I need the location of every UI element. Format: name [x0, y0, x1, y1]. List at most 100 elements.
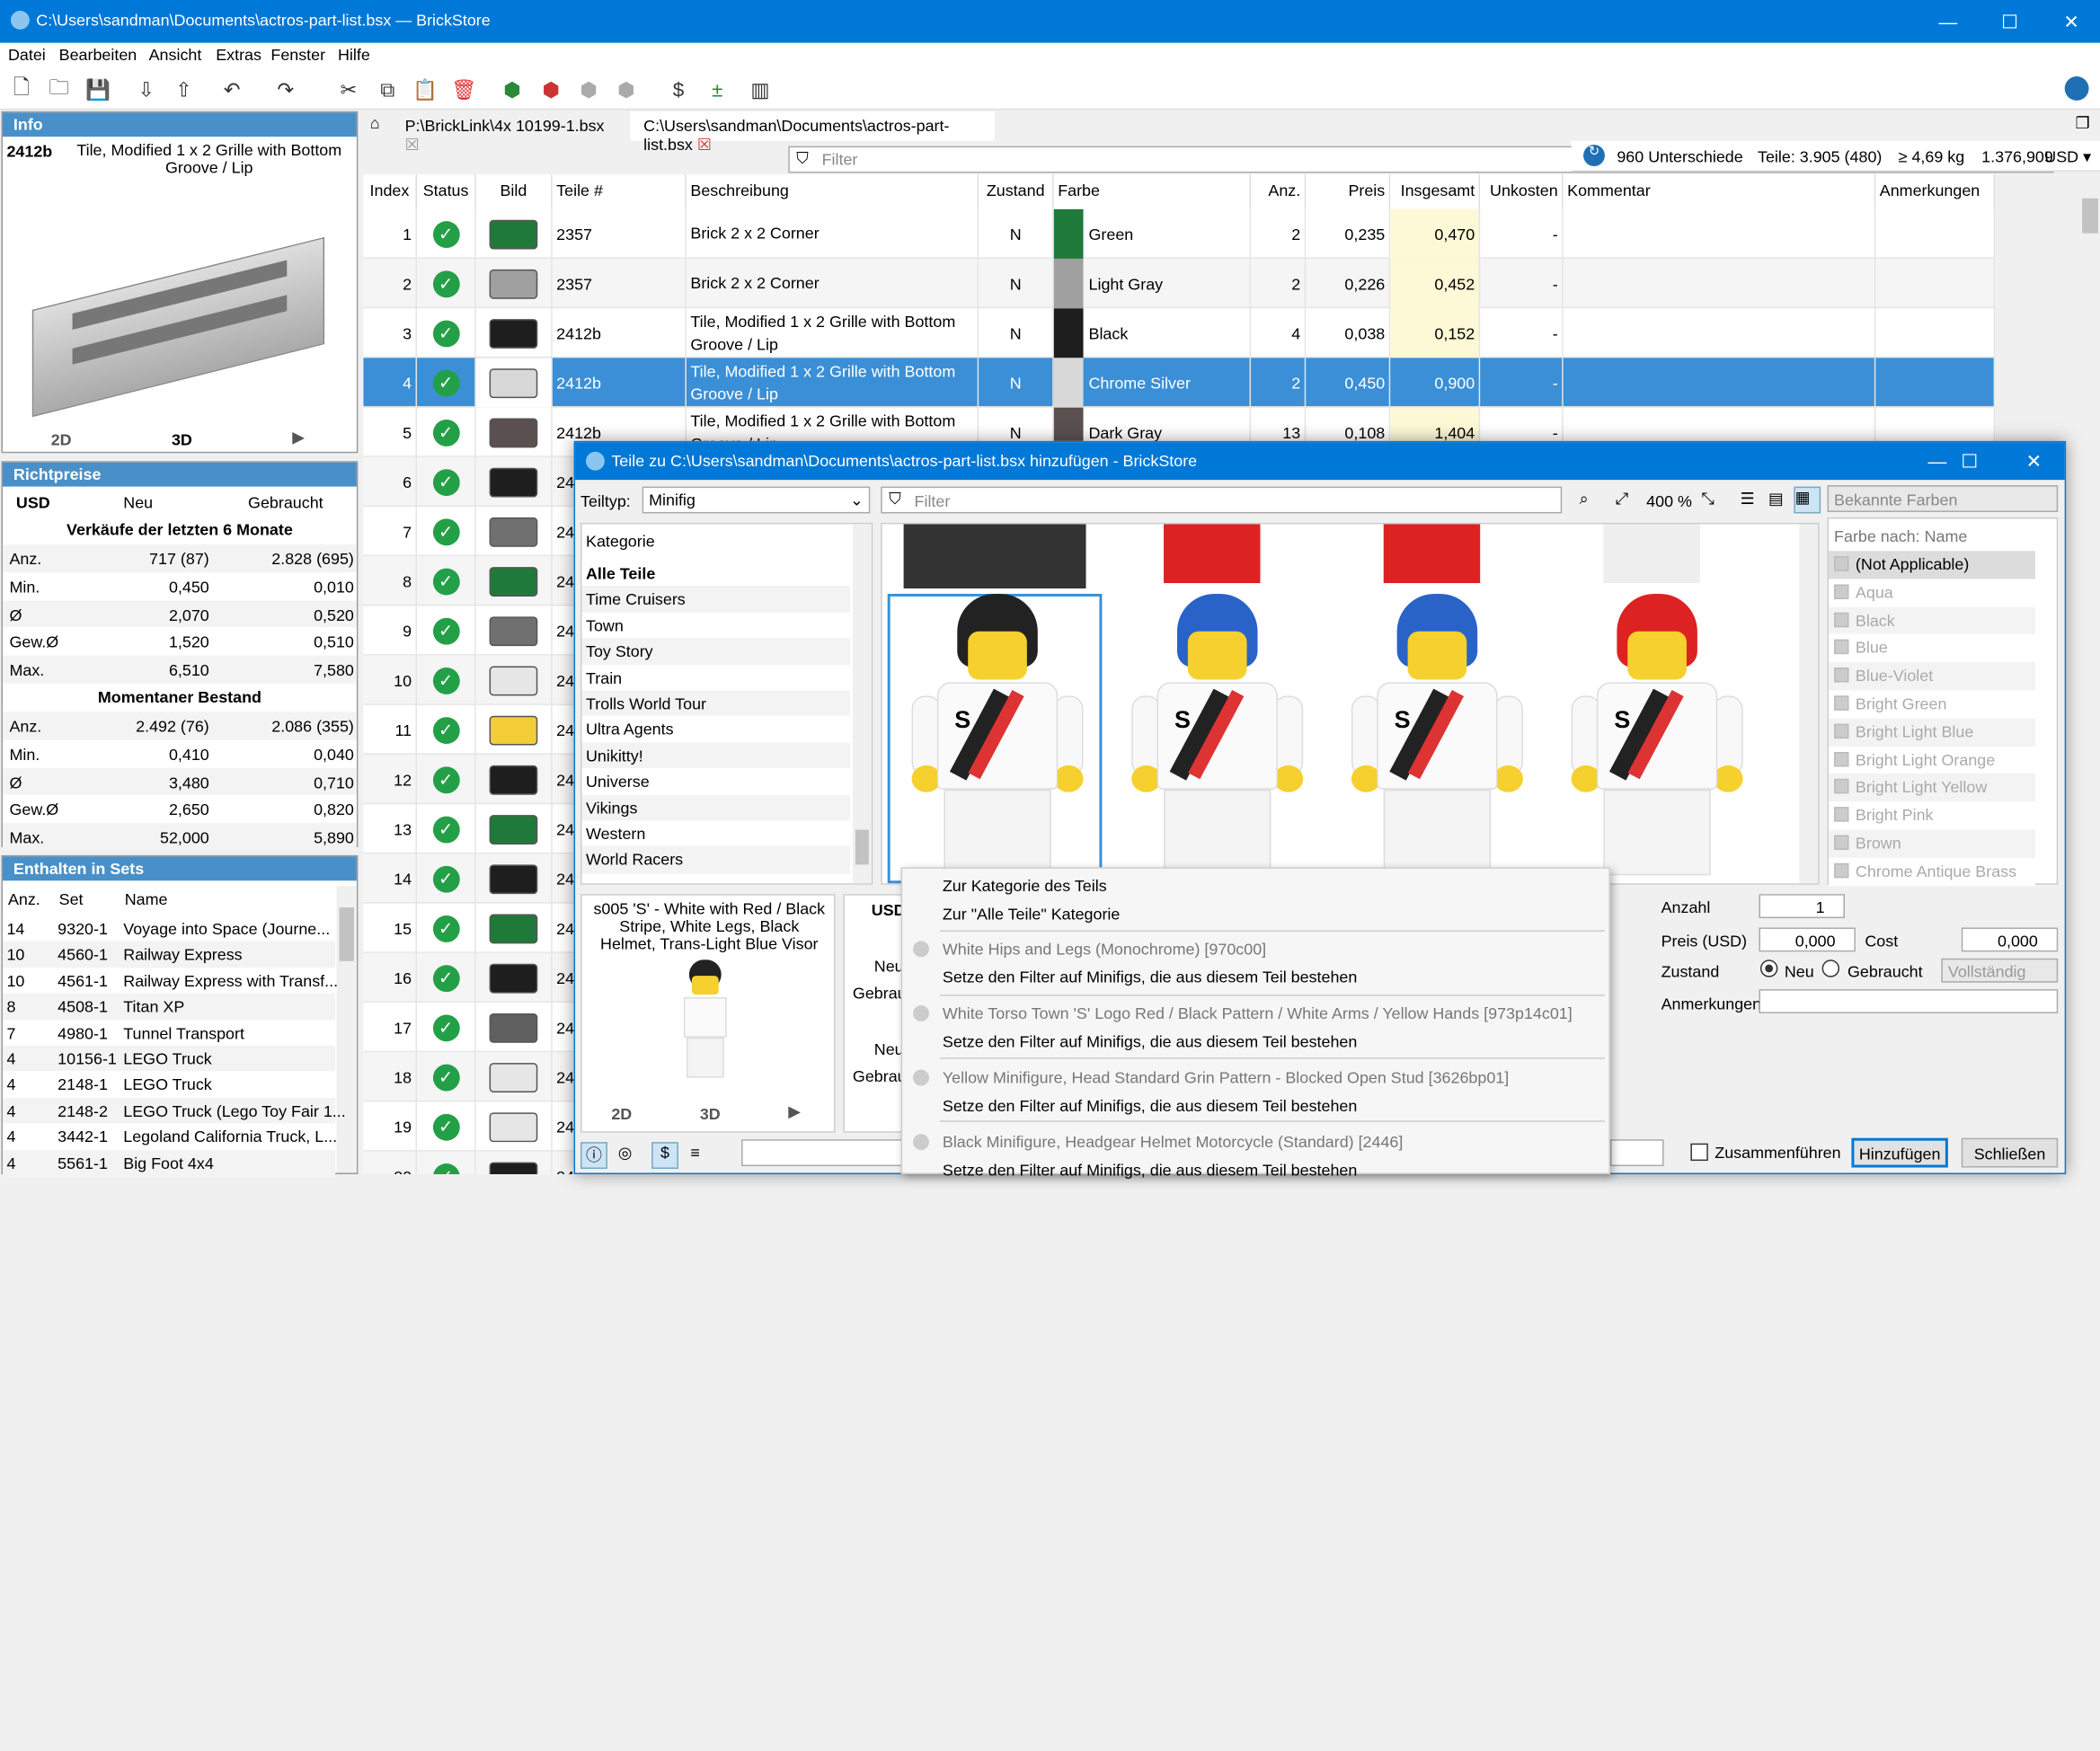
set-row[interactable]: 10 4561-1 Railway Express with Transf...: [2, 967, 338, 995]
radio-used[interactable]: [1821, 960, 1840, 977]
category-item[interactable]: Town: [581, 612, 850, 641]
menu-hilfe[interactable]: Hilfe: [338, 46, 370, 65]
known-colors-select[interactable]: Bekannte Farben: [1827, 485, 2059, 512]
redo-icon[interactable]: ↷: [270, 75, 300, 105]
context-item[interactable]: Setze den Filter auf Minifigs, die aus d…: [943, 968, 1357, 986]
price-tab-icon[interactable]: $: [651, 1142, 678, 1170]
zoom-fit-icon[interactable]: ⤢: [1616, 490, 1628, 509]
bottom-field[interactable]: [741, 1139, 903, 1167]
color-item[interactable]: Chrome Antique Brass: [1829, 857, 2035, 886]
minifig-image[interactable]: S: [1330, 593, 1545, 876]
new-document-icon[interactable]: 🗋: [6, 75, 36, 105]
price-adjust-icon[interactable]: ±: [703, 75, 732, 105]
grid-column-header[interactable]: Kommentar: [1563, 173, 1876, 209]
context-item[interactable]: Setze den Filter auf Minifigs, die aus d…: [943, 1161, 1357, 1180]
color-item[interactable]: Black: [1829, 606, 2035, 635]
merge-checkbox[interactable]: [1690, 1143, 1708, 1162]
color-item[interactable]: Blue-Violet: [1829, 662, 2035, 691]
list-view-icon[interactable]: ☰: [1741, 490, 1755, 508]
detail-view-icon[interactable]: ▤: [1768, 490, 1784, 508]
appears-in-icon[interactable]: ◎: [618, 1144, 633, 1163]
sets-scrollbar[interactable]: [336, 886, 357, 1173]
dialog-close-icon[interactable]: ✕: [2003, 442, 2065, 480]
category-item[interactable]: Western: [581, 820, 850, 849]
grid-column-header[interactable]: Status: [417, 173, 476, 209]
qty-input[interactable]: 1: [1759, 894, 1845, 919]
gallery-scrollbar[interactable]: [1799, 524, 1819, 884]
currency-select[interactable]: USD ▾: [2044, 147, 2091, 166]
set-row[interactable]: 4 10156-1 LEGO Truck: [2, 1045, 335, 1074]
table-row[interactable]: 3 ✓ 2412b Tile, Modified 1 x 2 Grille with …: [363, 308, 1996, 358]
context-item[interactable]: Zur "Alle Teile" Kategorie: [943, 905, 1121, 924]
bricklink-icon[interactable]: [2064, 76, 2089, 101]
table-row[interactable]: 1 ✓ 2357 Brick 2 x 2 Corner N Green 2 0,235 0,47…: [363, 208, 1996, 259]
part-b-icon[interactable]: ⬢: [611, 75, 641, 105]
save-icon[interactable]: 💾: [84, 75, 113, 105]
category-item[interactable]: World Racers: [581, 846, 850, 875]
info-tab-icon[interactable]: ⓘ: [580, 1142, 607, 1170]
diff-count[interactable]: 960 Unterschiede: [1617, 147, 1742, 166]
category-item[interactable]: Trolls World Tour: [581, 690, 850, 719]
color-sort-header[interactable]: Farbe nach: Name: [1834, 526, 1967, 545]
zoom-expand-icon[interactable]: ⤡: [1701, 490, 1714, 509]
set-row[interactable]: 10 4560-1 Railway Express: [2, 941, 335, 969]
context-item-part[interactable]: White Hips and Legs (Monochrome) [970c00…: [943, 940, 1266, 959]
grid-column-header[interactable]: Teile #: [552, 173, 687, 209]
play-icon[interactable]: ▶: [788, 1101, 801, 1120]
menu-fenster[interactable]: Fenster: [270, 46, 325, 65]
selected-tab-2d[interactable]: 2D: [611, 1104, 632, 1123]
details-tab-icon[interactable]: ≡: [690, 1144, 699, 1163]
set-row[interactable]: 4 2148-2 LEGO Truck (Lego Toy Fair 1...: [2, 1097, 346, 1126]
color-item[interactable]: Bright Light Blue: [1829, 718, 2035, 747]
grid-column-header[interactable]: Beschreibung: [686, 173, 979, 209]
menu-extras[interactable]: Extras: [216, 46, 261, 65]
set-row[interactable]: 4 2148-1 LEGO Truck: [2, 1071, 335, 1100]
copy-icon[interactable]: ⧉: [373, 75, 403, 105]
info-tab-3d[interactable]: 3D: [172, 430, 192, 449]
subtract-part-icon[interactable]: ⬢: [536, 75, 566, 105]
context-item[interactable]: Setze den Filter auf Minifigs, die aus d…: [943, 1032, 1357, 1051]
bottom-field-right[interactable]: [1609, 1139, 1664, 1167]
category-item[interactable]: Unikitty!: [581, 742, 850, 771]
menu-datei[interactable]: Datei: [8, 46, 46, 65]
sets-col-name[interactable]: Name: [125, 890, 168, 909]
price-input[interactable]: 0,000: [1759, 927, 1856, 952]
set-row[interactable]: 4 3442-1 Legoland California Truck, L...: [2, 1123, 337, 1152]
color-item[interactable]: Brown: [1829, 829, 2035, 858]
color-item[interactable]: (Not Applicable): [1829, 551, 2035, 579]
minimize-icon[interactable]: —: [1918, 0, 1980, 43]
set-row[interactable]: 7 4980-1 Tunnel Transport: [2, 1019, 335, 1048]
completeness-select[interactable]: Vollständig: [1941, 958, 2059, 983]
grid-view-icon[interactable]: ▦: [1794, 486, 1821, 514]
price-icon[interactable]: $: [664, 75, 694, 105]
open-folder-icon[interactable]: 🗀: [44, 75, 74, 105]
category-item[interactable]: Time Cruisers: [581, 586, 850, 615]
color-item[interactable]: Bright Light Orange: [1829, 746, 2035, 774]
cost-input[interactable]: 0,000: [1961, 927, 2059, 952]
category-item[interactable]: Universe: [581, 768, 850, 797]
tab-close-icon[interactable]: ☒: [697, 136, 712, 155]
menu-bearbeiten[interactable]: Bearbeiten: [59, 46, 137, 65]
sets-col-qty[interactable]: Anz.: [8, 890, 40, 909]
dialog-filter-input[interactable]: ⛉ Filter: [881, 486, 1563, 514]
color-item[interactable]: Bright Pink: [1829, 801, 2035, 830]
category-scrollbar[interactable]: [852, 524, 872, 884]
info-tab-2d[interactable]: 2D: [51, 430, 72, 449]
minifig-image[interactable]: S: [1550, 593, 1765, 876]
sets-col-set[interactable]: Set: [59, 890, 84, 909]
table-row[interactable]: 2 ✓ 2357 Brick 2 x 2 Corner N Light Gray 2 0,22…: [363, 258, 1996, 309]
category-header[interactable]: Kategorie: [586, 532, 655, 551]
tab-document-2[interactable]: C:\Users\sandman\Documents\actros-part-l…: [630, 111, 996, 155]
cut-icon[interactable]: ✂: [334, 75, 364, 105]
columns-icon[interactable]: ▥: [746, 75, 775, 105]
delete-icon[interactable]: 🗑: [449, 75, 479, 105]
color-item[interactable]: Bright Light Yellow: [1829, 774, 2035, 802]
menu-ansicht[interactable]: Ansicht: [149, 46, 202, 65]
category-item[interactable]: Toy Story: [581, 638, 850, 667]
table-row[interactable]: 4 ✓ 2412b Tile, Modified 1 x 2 Grille with …: [363, 358, 1996, 408]
grid-column-header[interactable]: Bild: [475, 173, 553, 209]
context-item[interactable]: Zur Kategorie des Teils: [943, 877, 1107, 896]
grid-column-header[interactable]: Zustand: [979, 173, 1054, 209]
context-item-part[interactable]: White Torso Town 'S' Logo Red / Black Pa…: [943, 1004, 1573, 1023]
color-item[interactable]: Blue: [1829, 634, 2035, 663]
